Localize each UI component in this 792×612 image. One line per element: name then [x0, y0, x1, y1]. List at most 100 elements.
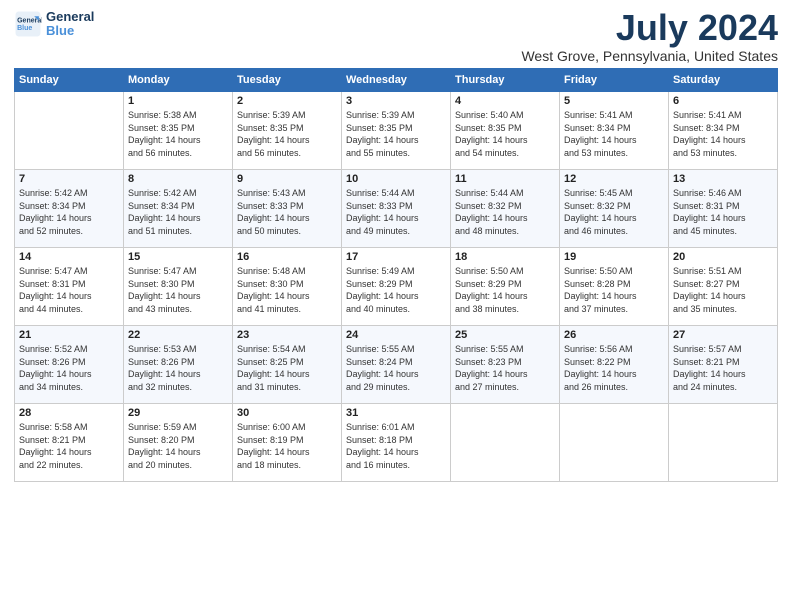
day-number: 23: [237, 329, 337, 341]
calendar-cell: 15 Sunrise: 5:47 AMSunset: 8:30 PMDayligh…: [124, 248, 233, 326]
day-number: 29: [128, 407, 228, 419]
day-number: 4: [455, 95, 555, 107]
logo-text: General Blue: [46, 10, 94, 39]
day-number: 13: [673, 173, 773, 185]
calendar-cell: 23 Sunrise: 5:54 AMSunset: 8:25 PMDayligh…: [233, 326, 342, 404]
calendar-cell: 4Sunrise: 5:40 AMSunset: 8:35 PMDaylight…: [451, 92, 560, 170]
calendar-cell: 14Sunrise: 5:47 AMSunset: 8:31 PMDayligh…: [15, 248, 124, 326]
day-info: Sunrise: 5:42 AMSunset: 8:34 PMDaylight:…: [128, 187, 228, 237]
calendar-cell: 13 Sunrise: 5:46 AMSunset: 8:31 PMDayligh…: [669, 170, 778, 248]
day-number: 3: [346, 95, 446, 107]
title-block: July 2024 West Grove, Pennsylvania, Unit…: [521, 10, 778, 64]
day-number: 10: [346, 173, 446, 185]
day-number: 19: [564, 251, 664, 263]
day-info: Sunrise: 5:44 AMSunset: 8:32 PMDaylight:…: [455, 187, 555, 237]
col-saturday: Saturday: [669, 69, 778, 92]
day-info: Sunrise: 6:01 AMSunset: 8:18 PMDaylight:…: [346, 421, 446, 471]
calendar-cell: 22 Sunrise: 5:53 AMSunset: 8:26 PMDayligh…: [124, 326, 233, 404]
logo: General Blue General Blue: [14, 10, 94, 39]
calendar-cell: [560, 404, 669, 482]
calendar-cell: 31 Sunrise: 6:01 AMSunset: 8:18 PMDayligh…: [342, 404, 451, 482]
calendar-cell: 20 Sunrise: 5:51 AMSunset: 8:27 PMDayligh…: [669, 248, 778, 326]
calendar-cell: 29 Sunrise: 5:59 AMSunset: 8:20 PMDayligh…: [124, 404, 233, 482]
calendar-cell: 1 Sunrise: 5:38 AMSunset: 8:35 PMDaylight…: [124, 92, 233, 170]
calendar-cell: 25Sunrise: 5:55 AMSunset: 8:23 PMDayligh…: [451, 326, 560, 404]
calendar-cell: 2 Sunrise: 5:39 AMSunset: 8:35 PMDaylight…: [233, 92, 342, 170]
day-info: Sunrise: 5:50 AMSunset: 8:28 PMDaylight:…: [564, 265, 664, 315]
day-info: Sunrise: 5:38 AMSunset: 8:35 PMDaylight:…: [128, 109, 228, 159]
calendar-cell: 10 Sunrise: 5:44 AMSunset: 8:33 PMDayligh…: [342, 170, 451, 248]
col-sunday: Sunday: [15, 69, 124, 92]
day-info: Sunrise: 5:39 AMSunset: 8:35 PMDaylight:…: [346, 109, 446, 159]
day-number: 7: [19, 173, 119, 185]
day-info: Sunrise: 5:47 AMSunset: 8:30 PMDaylight:…: [128, 265, 228, 315]
day-info: Sunrise: 5:42 AMSunset: 8:34 PMDaylight:…: [19, 187, 119, 237]
day-info: Sunrise: 5:57 AMSunset: 8:21 PMDaylight:…: [673, 343, 773, 393]
day-number: 31: [346, 407, 446, 419]
calendar-cell: 8Sunrise: 5:42 AMSunset: 8:34 PMDaylight…: [124, 170, 233, 248]
calendar-cell: 27 Sunrise: 5:57 AMSunset: 8:21 PMDayligh…: [669, 326, 778, 404]
day-number: 2: [237, 95, 337, 107]
day-number: 24: [346, 329, 446, 341]
day-info: Sunrise: 5:41 AMSunset: 8:34 PMDaylight:…: [564, 109, 664, 159]
calendar-cell: 24 Sunrise: 5:55 AMSunset: 8:24 PMDayligh…: [342, 326, 451, 404]
calendar-cell: 30 Sunrise: 6:00 AMSunset: 8:19 PMDayligh…: [233, 404, 342, 482]
calendar-cell: [451, 404, 560, 482]
day-info: Sunrise: 5:52 AMSunset: 8:26 PMDaylight:…: [19, 343, 119, 393]
day-info: Sunrise: 5:43 AMSunset: 8:33 PMDaylight:…: [237, 187, 337, 237]
day-number: 18: [455, 251, 555, 263]
calendar-cell: 28Sunrise: 5:58 AMSunset: 8:21 PMDayligh…: [15, 404, 124, 482]
header-row: Sunday Monday Tuesday Wednesday Thursday…: [15, 69, 778, 92]
month-title: July 2024: [521, 10, 778, 46]
day-number: 6: [673, 95, 773, 107]
col-thursday: Thursday: [451, 69, 560, 92]
day-number: 5: [564, 95, 664, 107]
day-info: Sunrise: 6:00 AMSunset: 8:19 PMDaylight:…: [237, 421, 337, 471]
calendar-cell: 17 Sunrise: 5:49 AMSunset: 8:29 PMDayligh…: [342, 248, 451, 326]
svg-text:Blue: Blue: [17, 26, 32, 33]
calendar-cell: 18 Sunrise: 5:50 AMSunset: 8:29 PMDayligh…: [451, 248, 560, 326]
col-tuesday: Tuesday: [233, 69, 342, 92]
day-number: 21: [19, 329, 119, 341]
day-info: Sunrise: 5:55 AMSunset: 8:24 PMDaylight:…: [346, 343, 446, 393]
day-info: Sunrise: 5:54 AMSunset: 8:25 PMDaylight:…: [237, 343, 337, 393]
day-number: 27: [673, 329, 773, 341]
calendar-cell: 21 Sunrise: 5:52 AMSunset: 8:26 PMDayligh…: [15, 326, 124, 404]
day-number: 26: [564, 329, 664, 341]
day-info: Sunrise: 5:46 AMSunset: 8:31 PMDaylight:…: [673, 187, 773, 237]
day-info: Sunrise: 5:59 AMSunset: 8:20 PMDaylight:…: [128, 421, 228, 471]
day-info: Sunrise: 5:47 AMSunset: 8:31 PMDaylight:…: [19, 265, 119, 315]
day-info: Sunrise: 5:39 AMSunset: 8:35 PMDaylight:…: [237, 109, 337, 159]
calendar-cell: 9 Sunrise: 5:43 AMSunset: 8:33 PMDaylight…: [233, 170, 342, 248]
day-number: 15: [128, 251, 228, 263]
day-number: 25: [455, 329, 555, 341]
day-info: Sunrise: 5:50 AMSunset: 8:29 PMDaylight:…: [455, 265, 555, 315]
day-number: 9: [237, 173, 337, 185]
day-number: 30: [237, 407, 337, 419]
day-number: 20: [673, 251, 773, 263]
day-number: 16: [237, 251, 337, 263]
day-info: Sunrise: 5:53 AMSunset: 8:26 PMDaylight:…: [128, 343, 228, 393]
day-info: Sunrise: 5:51 AMSunset: 8:27 PMDaylight:…: [673, 265, 773, 315]
calendar-cell: [15, 92, 124, 170]
day-number: 1: [128, 95, 228, 107]
calendar-cell: 19 Sunrise: 5:50 AMSunset: 8:28 PMDayligh…: [560, 248, 669, 326]
day-number: 17: [346, 251, 446, 263]
calendar-table: Sunday Monday Tuesday Wednesday Thursday…: [14, 68, 778, 482]
header: General Blue General Blue July 2024 West…: [14, 10, 778, 64]
day-number: 22: [128, 329, 228, 341]
day-info: Sunrise: 5:49 AMSunset: 8:29 PMDaylight:…: [346, 265, 446, 315]
calendar-cell: 26Sunrise: 5:56 AMSunset: 8:22 PMDayligh…: [560, 326, 669, 404]
calendar-cell: 5 Sunrise: 5:41 AMSunset: 8:34 PMDaylight…: [560, 92, 669, 170]
main-container: General Blue General Blue July 2024 West…: [0, 0, 792, 490]
day-info: Sunrise: 5:48 AMSunset: 8:30 PMDaylight:…: [237, 265, 337, 315]
calendar-cell: 6Sunrise: 5:41 AMSunset: 8:34 PMDaylight…: [669, 92, 778, 170]
day-info: Sunrise: 5:44 AMSunset: 8:33 PMDaylight:…: [346, 187, 446, 237]
day-number: 12: [564, 173, 664, 185]
calendar-cell: [669, 404, 778, 482]
location: West Grove, Pennsylvania, United States: [521, 48, 778, 64]
logo-icon: General Blue: [14, 10, 42, 38]
day-number: 11: [455, 173, 555, 185]
calendar-cell: 3 Sunrise: 5:39 AMSunset: 8:35 PMDaylight…: [342, 92, 451, 170]
calendar-cell: 16 Sunrise: 5:48 AMSunset: 8:30 PMDayligh…: [233, 248, 342, 326]
